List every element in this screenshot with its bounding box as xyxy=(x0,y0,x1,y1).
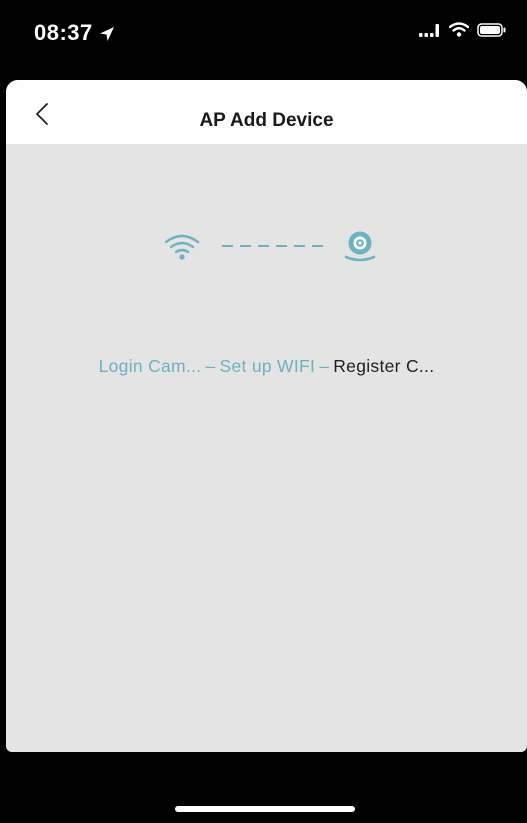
wifi-icon xyxy=(164,234,200,260)
location-arrow-icon xyxy=(99,22,115,48)
status-indicators xyxy=(419,22,507,42)
connection-graphic xyxy=(162,230,382,264)
step-register-camera: Register C... xyxy=(333,356,435,376)
status-time: 08:37 xyxy=(34,20,115,48)
step-setup-wifi: Set up WIFI xyxy=(219,356,316,376)
step-separator: – xyxy=(319,356,330,376)
setup-steps: Login Cam... – Set up WIFI – Register C... xyxy=(6,356,527,377)
battery-icon xyxy=(477,22,507,42)
status-time-text: 08:37 xyxy=(34,20,93,45)
connection-dashes xyxy=(222,245,323,247)
status-bar: 08:37 xyxy=(0,0,527,80)
page-title: AP Add Device xyxy=(199,110,334,131)
connection-graphic-svg xyxy=(164,231,376,262)
wifi-status-icon xyxy=(448,22,470,42)
step-login-camera: Login Cam... xyxy=(98,356,202,376)
nav-bar: AP Add Device xyxy=(6,80,527,144)
cellular-signal-icon xyxy=(419,23,441,42)
camera-icon xyxy=(344,231,376,262)
main-card: AP Add Device Login Cam... – Set up WIFI… xyxy=(6,80,527,752)
step-separator: – xyxy=(205,356,216,376)
home-indicator[interactable] xyxy=(175,806,355,812)
